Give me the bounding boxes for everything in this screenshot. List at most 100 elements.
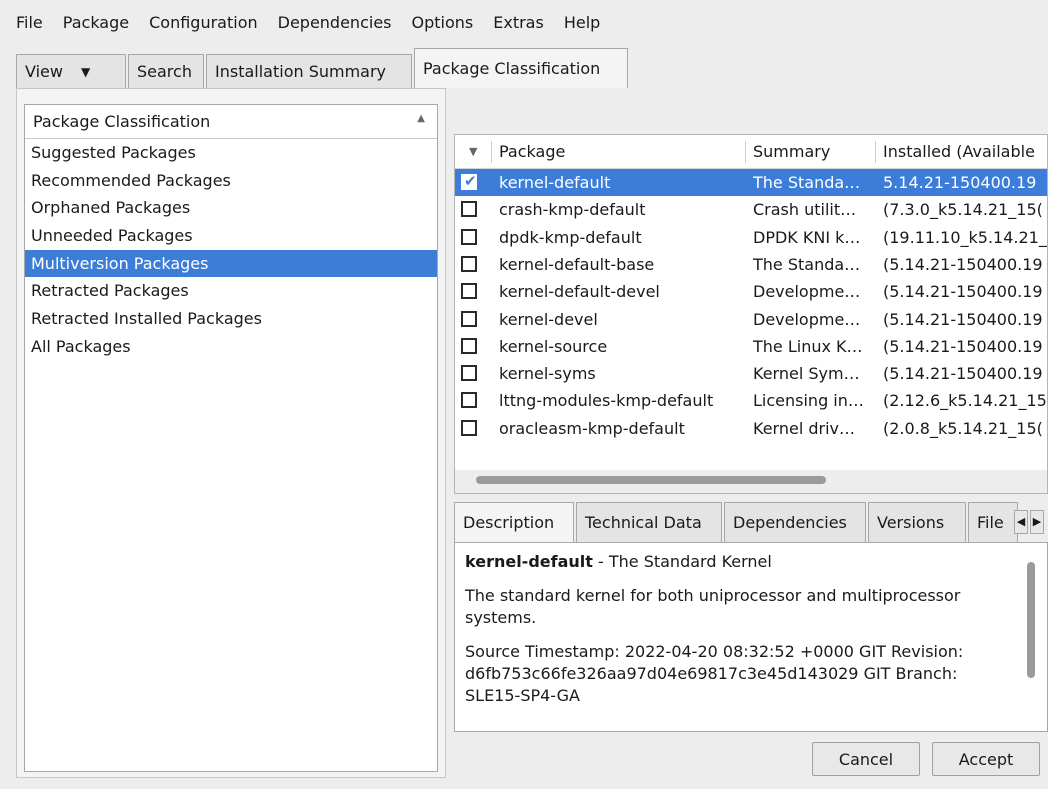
- status-checkbox[interactable]: [461, 419, 477, 436]
- package-summary: Kernel Sym…: [753, 364, 860, 384]
- description-title: kernel-default - The Standard Kernel: [465, 551, 1017, 573]
- table-row[interactable]: kernel-devel Developme… (5.14.21-150400.19: [455, 306, 1047, 333]
- horizontal-scrollbar-thumb[interactable]: [476, 476, 826, 484]
- table-row[interactable]: ✔ kernel-default The Standa… 5.14.21-150400…: [455, 169, 1047, 197]
- table-row[interactable]: lttng-modules-kmp-default Licensing in… (2…: [455, 387, 1047, 414]
- package-name: kernel-default-base: [499, 254, 655, 274]
- package-summary: Developme…: [753, 309, 861, 329]
- classification-item-retracted-installed[interactable]: Retracted Installed Packages: [25, 305, 437, 333]
- tab-dependencies[interactable]: Dependencies: [724, 502, 866, 542]
- table-row[interactable]: kernel-default-base The Standa… (5.14.21-1…: [455, 251, 1047, 278]
- status-checkbox[interactable]: [461, 283, 477, 300]
- package-name: kernel-devel: [499, 309, 598, 329]
- classification-item-retracted[interactable]: Retracted Packages: [25, 277, 437, 305]
- tab-dependencies-label: Dependencies: [733, 513, 847, 532]
- status-checkbox[interactable]: [461, 392, 477, 409]
- tab-package-classification[interactable]: Package Classification: [414, 48, 628, 88]
- menu-configuration[interactable]: Configuration: [149, 13, 258, 32]
- package-name: kernel-default: [499, 173, 611, 192]
- tab-scroll-left-icon[interactable]: ◀: [1014, 510, 1028, 534]
- table-row[interactable]: oracleasm-kmp-default Kernel driv… (2.0.8_…: [455, 415, 1047, 442]
- tab-technical-data[interactable]: Technical Data: [576, 502, 722, 542]
- menu-help[interactable]: Help: [564, 13, 600, 32]
- package-version: (7.3.0_k5.14.21_15(: [883, 200, 1043, 220]
- tab-file[interactable]: File: [968, 502, 1018, 542]
- column-package[interactable]: Package: [499, 135, 565, 169]
- column-installed[interactable]: Installed (Available: [883, 135, 1047, 169]
- table-row[interactable]: kernel-source The Linux K… (5.14.21-150400…: [455, 333, 1047, 360]
- package-summary: DPDK KNI k…: [753, 227, 861, 247]
- tab-view[interactable]: View ▼: [16, 54, 126, 88]
- package-summary: The Linux K…: [753, 336, 863, 356]
- tab-versions[interactable]: Versions: [868, 502, 966, 542]
- description-package-name: kernel-default: [465, 552, 593, 571]
- details-tab-row: Description Technical Data Dependencies …: [454, 502, 1048, 542]
- table-row[interactable]: dpdk-kmp-default DPDK KNI k… (19.11.10_k5.…: [455, 224, 1047, 251]
- status-checkbox[interactable]: [461, 365, 477, 382]
- chevron-down-icon: ▼: [80, 64, 91, 79]
- accept-button[interactable]: Accept: [932, 742, 1040, 776]
- menu-package[interactable]: Package: [63, 13, 129, 32]
- cancel-button[interactable]: Cancel: [812, 742, 920, 776]
- menu-dependencies[interactable]: Dependencies: [278, 13, 392, 32]
- tab-search[interactable]: Search: [128, 54, 204, 88]
- package-name: oracleasm-kmp-default: [499, 418, 685, 438]
- classification-item-multiversion[interactable]: Multiversion Packages: [25, 249, 437, 278]
- package-version: (2.12.6_k5.14.21_15: [883, 391, 1047, 411]
- menu-bar: File Package Configuration Dependencies …: [0, 0, 1048, 44]
- menu-options[interactable]: Options: [412, 13, 474, 32]
- package-version: (19.11.10_k5.14.21_: [883, 227, 1047, 247]
- classification-list-header[interactable]: Package Classification ▲: [25, 105, 437, 139]
- status-column-sort-icon[interactable]: ▼: [469, 135, 477, 169]
- package-version: (5.14.21-150400.19: [883, 309, 1043, 329]
- status-checkbox[interactable]: [461, 310, 477, 327]
- status-checkbox[interactable]: [461, 337, 477, 354]
- classification-list[interactable]: Package Classification ▲ Suggested Packa…: [24, 104, 438, 772]
- package-table[interactable]: ▼ Package Summary Installed (Available ✔…: [454, 134, 1048, 494]
- package-version: (5.14.21-150400.19: [883, 336, 1043, 356]
- status-checkbox[interactable]: [461, 201, 477, 218]
- tab-file-label: File: [977, 513, 1004, 532]
- classification-item-suggested[interactable]: Suggested Packages: [25, 139, 437, 167]
- package-name: dpdk-kmp-default: [499, 227, 642, 247]
- tab-description-label: Description: [463, 513, 555, 532]
- description-panel: kernel-default - The Standard Kernel The…: [454, 542, 1048, 732]
- package-summary: Developme…: [753, 282, 861, 302]
- tab-versions-label: Versions: [877, 513, 945, 532]
- package-summary: Licensing in…: [753, 391, 864, 411]
- package-summary: Crash utilit…: [753, 200, 857, 220]
- column-summary[interactable]: Summary: [753, 135, 830, 169]
- tab-view-label: View: [25, 62, 63, 81]
- description-package-summary: - The Standard Kernel: [592, 552, 772, 571]
- package-name: lttng-modules-kmp-default: [499, 391, 714, 411]
- status-checkbox[interactable]: [461, 255, 477, 272]
- tab-description[interactable]: Description: [454, 502, 574, 542]
- package-summary: Kernel driv…: [753, 418, 855, 438]
- tab-scroll-right-icon[interactable]: ▶: [1030, 510, 1044, 534]
- package-version: (2.0.8_k5.14.21_15(: [883, 418, 1043, 438]
- status-checkbox[interactable]: [461, 228, 477, 245]
- table-row[interactable]: crash-kmp-default Crash utilit… (7.3.0_k5.…: [455, 196, 1047, 223]
- menu-file[interactable]: File: [16, 13, 43, 32]
- menu-extras[interactable]: Extras: [493, 13, 544, 32]
- table-row[interactable]: kernel-syms Kernel Sym… (5.14.21-150400.19: [455, 360, 1047, 387]
- tab-installation-summary[interactable]: Installation Summary: [206, 54, 412, 88]
- tab-search-label: Search: [137, 62, 192, 81]
- classification-item-all[interactable]: All Packages: [25, 333, 437, 361]
- package-name: kernel-source: [499, 336, 608, 356]
- vertical-scrollbar-thumb[interactable]: [1027, 562, 1035, 678]
- table-row[interactable]: kernel-default-devel Developme… (5.14.21-1…: [455, 278, 1047, 305]
- status-checkbox[interactable]: ✔: [461, 172, 477, 190]
- tab-technical-data-label: Technical Data: [585, 513, 702, 532]
- classification-header-label: Package Classification: [33, 112, 211, 131]
- package-table-header: ▼ Package Summary Installed (Available: [455, 135, 1047, 169]
- tab-installation-summary-label: Installation Summary: [215, 62, 387, 81]
- description-text: The standard kernel for both uniprocesso…: [465, 586, 961, 627]
- classification-item-orphaned[interactable]: Orphaned Packages: [25, 194, 437, 222]
- package-name: kernel-syms: [499, 364, 596, 384]
- package-summary: The Standa…: [753, 173, 861, 192]
- description-source-info: Source Timestamp: 2022-04-20 08:32:52 +0…: [465, 642, 964, 705]
- classification-item-unneeded[interactable]: Unneeded Packages: [25, 222, 437, 250]
- classification-item-recommended[interactable]: Recommended Packages: [25, 167, 437, 195]
- package-version: 5.14.21-150400.19: [883, 173, 1037, 192]
